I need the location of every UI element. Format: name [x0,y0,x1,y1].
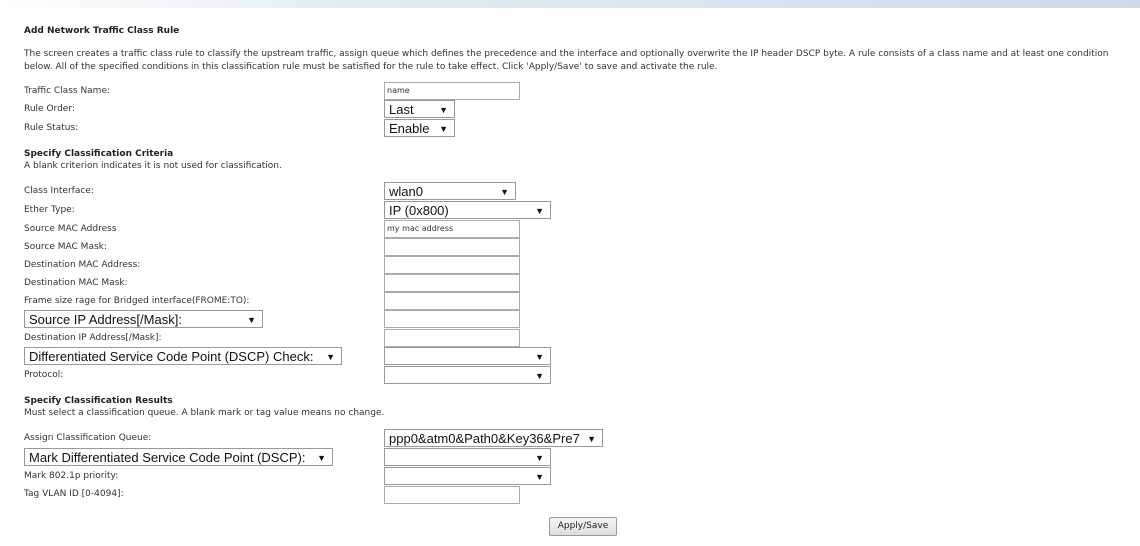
dropdown-arrow-icon: ▼ [326,352,335,362]
dropdown-arrow-icon: ▼ [500,187,509,197]
dropdown-arrow-icon: ▼ [439,105,448,115]
source-mac-label: Source MAC Address [24,224,117,234]
protocol-label: Protocol: [24,370,64,380]
dropdown-arrow-icon: ▼ [535,472,544,482]
dscp-check-type-select[interactable]: Differentiated Service Code Point (DSCP)… [24,347,342,365]
ether-type-value: IP (0x800) [389,203,449,218]
criteria-note: A blank criterion indicates it is not us… [24,161,282,171]
top-banner [0,0,1140,8]
vlan-id-input[interactable] [384,486,520,504]
rule-status-select[interactable]: Enable ▼ [384,119,455,137]
destination-mac-input[interactable] [384,256,520,274]
page-description: The screen creates a traffic class rule … [24,49,1109,72]
mark-dscp-type-select[interactable]: Mark Differentiated Service Code Point (… [24,448,333,466]
class-interface-value: wlan0 [389,184,423,199]
dropdown-arrow-icon: ▼ [587,434,596,444]
source-ip-type-value: Source IP Address[/Mask]: [29,312,182,327]
rule-order-select[interactable]: Last ▼ [384,100,455,118]
frame-size-label: Frame size rage for Bridged interface(FR… [24,296,250,306]
results-note: Must select a classification queue. A bl… [24,408,385,418]
destination-mac-mask-input[interactable] [384,274,520,292]
destination-mac-label: Destination MAC Address: [24,260,141,270]
class-interface-select[interactable]: wlan0 ▼ [384,182,516,200]
rule-order-label: Rule Order: [24,104,75,114]
dscp-check-select[interactable]: ▼ [384,347,551,365]
dropdown-arrow-icon: ▼ [247,315,256,325]
queue-label: Assign Classification Queue: [24,433,152,443]
source-mac-mask-label: Source MAC Mask: [24,242,107,252]
destination-ip-input[interactable] [384,329,520,347]
frame-size-input[interactable] [384,292,520,310]
ether-type-label: Ether Type: [24,205,75,215]
rule-status-value: Enable [389,121,430,136]
mark-dscp-type-value: Mark Differentiated Service Code Point (… [29,450,306,465]
dropdown-arrow-icon: ▼ [535,206,544,216]
destination-ip-label: Destination IP Address[/Mask]: [24,333,162,343]
traffic-class-name-input[interactable]: name [384,82,520,100]
results-heading: Specify Classification Results [24,396,173,406]
dropdown-arrow-icon: ▼ [535,352,544,362]
source-mac-input[interactable]: my mac address [384,220,520,238]
class-interface-label: Class Interface: [24,186,94,196]
source-mac-mask-input[interactable] [384,238,520,256]
destination-mac-mask-label: Destination MAC Mask: [24,278,128,288]
dropdown-arrow-icon: ▼ [317,453,326,463]
source-ip-type-select[interactable]: Source IP Address[/Mask]: ▼ [24,310,263,328]
dscp-check-type-value: Differentiated Service Code Point (DSCP)… [29,349,314,364]
rule-status-label: Rule Status: [24,123,79,133]
criteria-heading: Specify Classification Criteria [24,149,174,159]
mark-8021p-select[interactable]: ▼ [384,467,551,485]
ether-type-select[interactable]: IP (0x800) ▼ [384,201,551,219]
protocol-select[interactable]: ▼ [384,366,551,384]
queue-value: ppp0&atm0&Path0&Key36&Pre7 [389,431,580,446]
apply-save-button[interactable]: Apply/Save [549,517,617,536]
queue-select[interactable]: ppp0&atm0&Path0&Key36&Pre7 ▼ [384,429,603,447]
traffic-class-name-label: Traffic Class Name: [24,86,111,96]
vlan-id-label: Tag VLAN ID [0-4094]: [24,489,124,499]
dropdown-arrow-icon: ▼ [535,453,544,463]
source-ip-input[interactable] [384,310,520,328]
mark-8021p-label: Mark 802.1p priority: [24,471,119,481]
dropdown-arrow-icon: ▼ [439,124,448,134]
page-title: Add Network Traffic Class Rule [24,26,180,36]
rule-order-value: Last [389,102,414,117]
mark-dscp-select[interactable]: ▼ [384,448,551,466]
dropdown-arrow-icon: ▼ [535,371,544,381]
